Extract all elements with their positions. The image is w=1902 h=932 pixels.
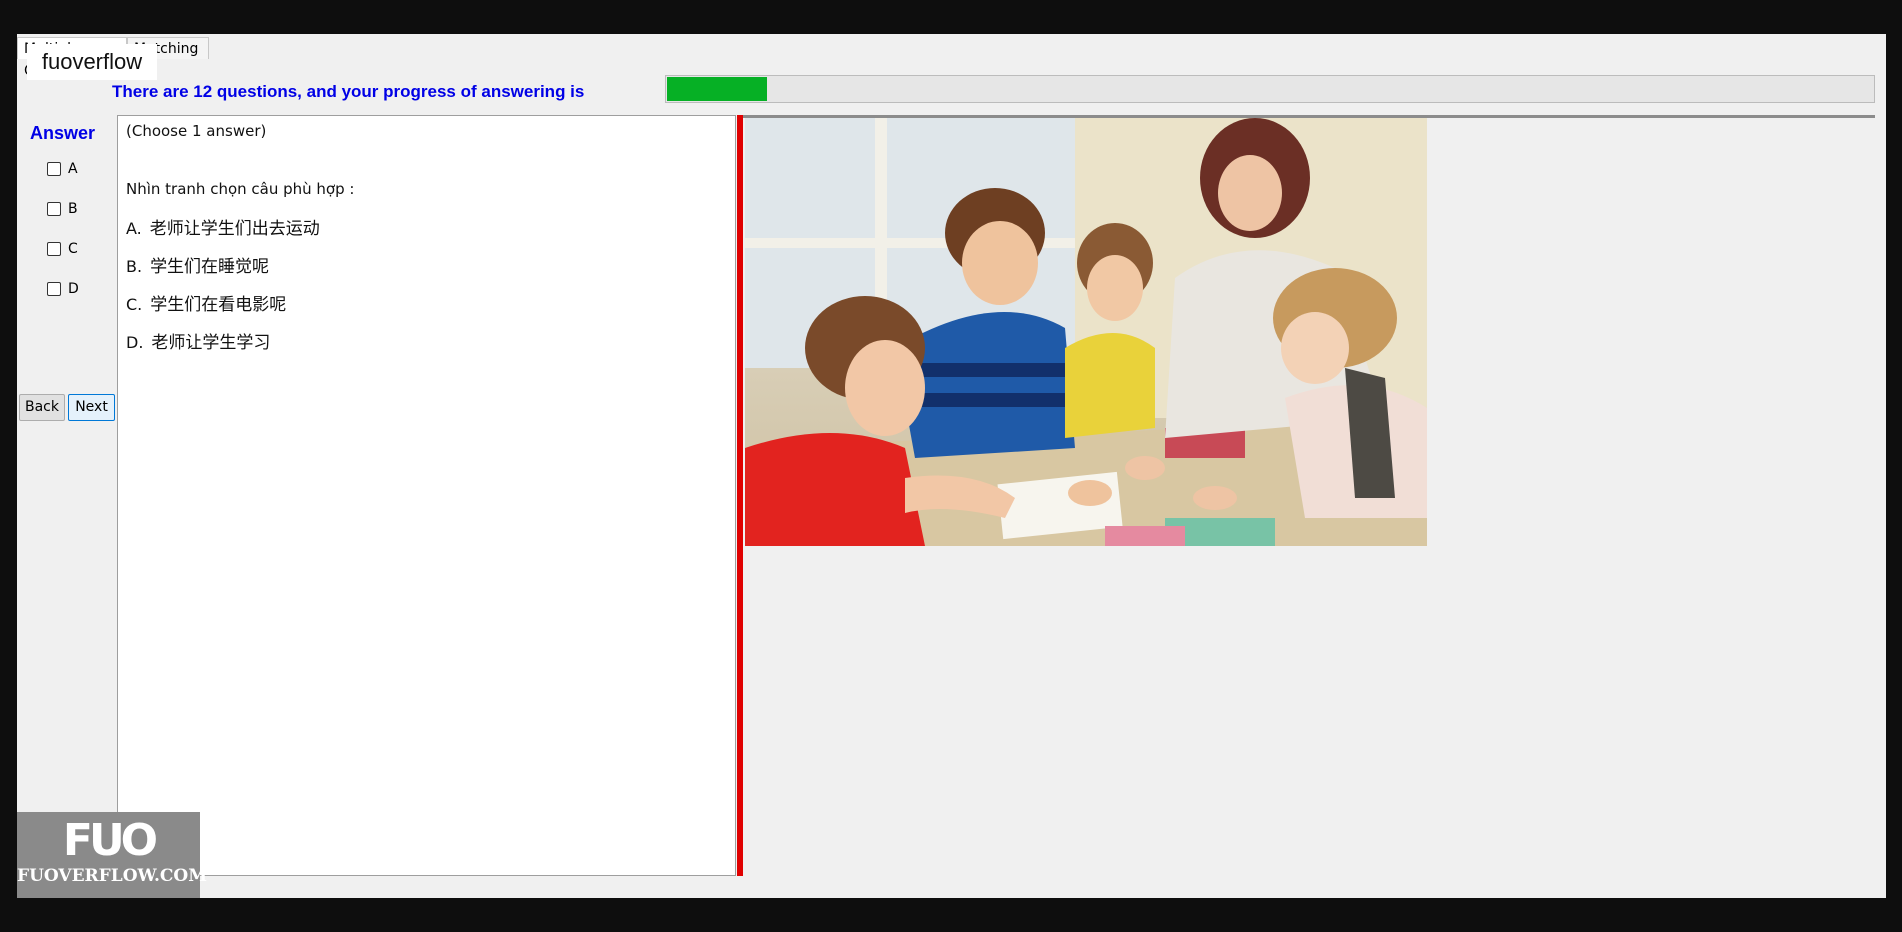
choice-text: 学生们在睡觉呢 [150, 257, 270, 277]
app-window: Multiple Choice Matching fuoverflow Ther… [17, 34, 1886, 898]
tab-strip: Multiple Choice Matching [17, 34, 1886, 79]
choice-text: 学生们在看电影呢 [150, 295, 287, 315]
choice-letter: A. [126, 219, 142, 238]
watermark-logo: FUO [62, 815, 158, 866]
choice-c: C. 学生们在看电影呢 [126, 290, 286, 315]
question-image [745, 118, 1427, 546]
progress-label: There are 12 questions, and your progres… [112, 82, 585, 101]
watermark-label: fuoverflow [27, 44, 157, 80]
choice-text: 老师让学生们出去运动 [149, 219, 320, 239]
question-prompt: Nhìn tranh chọn câu phù hợp : [126, 180, 355, 198]
option-label: B [68, 201, 78, 217]
option-label: A [68, 161, 78, 177]
option-b-checkbox[interactable]: B [47, 198, 78, 220]
back-button[interactable]: Back [19, 394, 65, 421]
choice-text: 老师让学生学习 [151, 333, 271, 353]
progress-fill [667, 77, 767, 101]
choice-letter: C. [126, 295, 143, 314]
question-hint: (Choose 1 answer) [126, 122, 267, 140]
progress-bar [665, 75, 1875, 103]
next-button[interactable]: Next [68, 394, 115, 421]
classroom-photo-illustration [745, 118, 1427, 546]
option-c-checkbox[interactable]: C [47, 238, 78, 260]
choice-b: B. 学生们在睡觉呢 [126, 252, 269, 277]
question-panel: (Choose 1 answer) Nhìn tranh chọn câu ph… [117, 115, 736, 876]
option-label: C [68, 241, 78, 257]
answer-title: Answer [30, 123, 96, 143]
option-d-checkbox[interactable]: D [47, 278, 79, 300]
choice-letter: B. [126, 257, 143, 276]
checkbox-box[interactable] [47, 242, 61, 256]
image-panel [743, 115, 1875, 876]
watermark-badge: FUO FUOVERFLOW.COM [17, 812, 208, 898]
option-label: D [68, 281, 79, 297]
watermark-site: FUOVERFLOW.COM [17, 866, 208, 886]
checkbox-box[interactable] [47, 162, 61, 176]
choice-a: A. 老师让学生们出去运动 [126, 214, 320, 239]
choice-letter: D. [126, 333, 144, 352]
option-a-checkbox[interactable]: A [47, 158, 78, 180]
checkbox-box[interactable] [47, 282, 61, 296]
choice-d: D. 老师让学生学习 [126, 328, 270, 353]
checkbox-box[interactable] [47, 202, 61, 216]
